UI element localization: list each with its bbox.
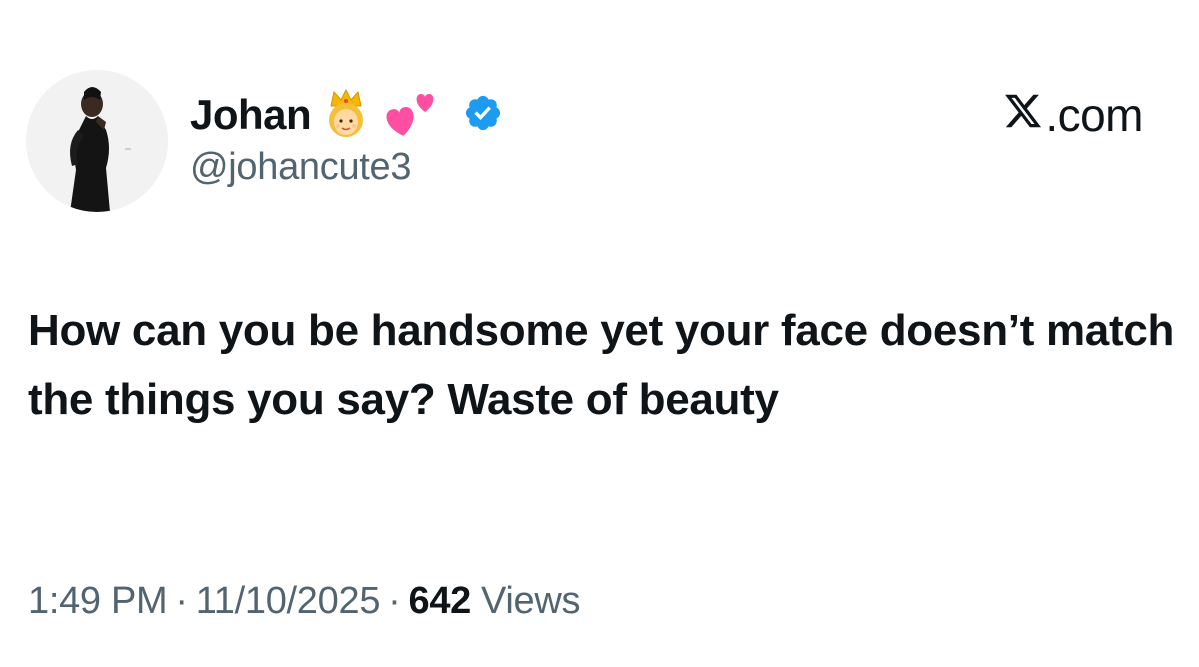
tweet-meta: 1:49 PM · 11/10/2025 · 642 Views — [28, 580, 581, 623]
verified-badge-icon[interactable] — [463, 93, 503, 138]
tweet-text: How can you be handsome yet your face do… — [28, 306, 1175, 424]
princess-emoji-icon — [319, 86, 373, 145]
source-domain-label: .com — [1045, 89, 1143, 141]
views-count: 642 — [408, 580, 472, 622]
tweet-date[interactable]: 11/10/2025 — [196, 580, 381, 622]
user-handle[interactable]: @johancute3 — [190, 146, 412, 189]
meta-separator: · — [388, 580, 401, 622]
meta-separator: · — [175, 580, 188, 622]
source-watermark: .com — [1003, 88, 1143, 142]
avatar[interactable] — [26, 70, 168, 212]
two-hearts-emoji-icon — [381, 86, 441, 145]
tweet-time[interactable]: 1:49 PM — [28, 580, 168, 622]
x-logo-icon — [1003, 88, 1043, 142]
avatar-photo — [26, 70, 168, 212]
views-label: Views — [481, 580, 581, 622]
tweet-card: Johan @johancute3 .com How can you be ha… — [0, 0, 1199, 667]
display-name[interactable]: Johan — [190, 91, 312, 139]
display-name-row: Johan — [190, 86, 503, 144]
